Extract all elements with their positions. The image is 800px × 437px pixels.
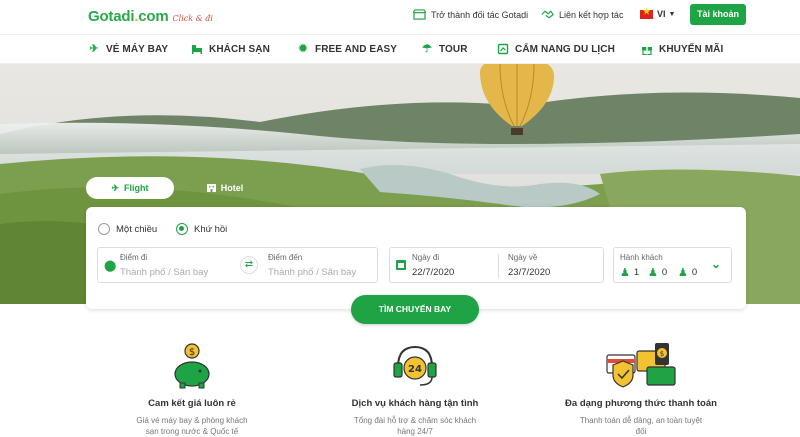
origin-label: Điểm đi xyxy=(120,253,148,262)
adult-icon: ♟ xyxy=(620,267,630,279)
gift-icon xyxy=(642,47,652,55)
radio-circle xyxy=(98,223,110,235)
child-icon: ♟ xyxy=(648,267,658,279)
feature-title: Đa dạng phương thức thanh toán xyxy=(565,398,717,409)
adult-count: ♟ 1 xyxy=(620,267,640,279)
child-count: ♟ 0 xyxy=(648,267,668,279)
chevron-down-icon[interactable]: ⌄ xyxy=(711,257,721,271)
language-selector[interactable]: VI ▼ xyxy=(640,7,676,19)
date-divider xyxy=(498,254,499,278)
feature-title: Dịch vụ khách hàng tận tình xyxy=(351,398,479,409)
language-code: VI xyxy=(657,9,666,19)
nav-item-label: VÉ MÁY BAY xyxy=(106,43,169,55)
caret-down-icon: ▼ xyxy=(668,10,676,18)
feature-best-price: $ Cam kết giá luôn rẻ Giá vé máy bay & p… xyxy=(102,340,282,437)
tab-hotel-label: Hotel xyxy=(220,183,244,193)
svg-text:24: 24 xyxy=(408,364,422,375)
search-flights-button[interactable]: TÌM CHUYẾN BAY xyxy=(351,295,479,324)
logo-text: Gotadi.com xyxy=(88,8,169,25)
feature-description: Tổng đài hỗ trợ & chăm sóc khách hàng 24… xyxy=(353,416,477,436)
nav-item-flights[interactable]: ✈ VÉ MÁY BAY xyxy=(88,43,168,55)
origin-input[interactable]: Thành phố / Sân bay xyxy=(120,267,208,278)
depart-date[interactable]: 22/7/2020 xyxy=(412,267,454,278)
nav-item-label: FREE AND EASY xyxy=(315,43,398,55)
svg-text:$: $ xyxy=(660,350,664,358)
nav-item-tour[interactable]: ☂ TOUR xyxy=(421,43,468,55)
book-icon xyxy=(497,43,509,55)
nav-item-label: TOUR xyxy=(439,43,468,55)
account-button[interactable]: Tài khoản xyxy=(690,4,746,25)
infant-icon: ♟ xyxy=(678,267,688,279)
vietnam-flag-icon xyxy=(640,7,653,19)
feature-title: Cam kết giá luôn rẻ xyxy=(148,398,236,409)
nav-item-label: CẨM NANG DU LỊCH xyxy=(515,43,615,55)
payment-methods-icon: $ xyxy=(551,340,731,390)
cooperation-link-label: Liên kết hợp tác xyxy=(559,9,624,20)
tab-flight-label: Flight xyxy=(124,183,149,193)
round-trip-label: Khứ hồi xyxy=(194,223,228,235)
plane-icon: ✈ xyxy=(89,43,99,55)
radio-circle xyxy=(176,223,188,235)
return-date[interactable]: 23/7/2020 xyxy=(508,267,550,278)
feature-description: Thanh toán dễ dàng, an toàn tuyệt đối xyxy=(579,416,703,436)
handshake-icon xyxy=(541,10,554,19)
top-bar: Gotadi.com Click & đi Trở thành đối tác … xyxy=(0,0,800,34)
nav-item-hotels[interactable]: KHÁCH SẠN xyxy=(191,43,270,55)
bed-icon xyxy=(192,45,202,54)
main-nav: ✈ VÉ MÁY BAY KHÁCH SẠN ✹ FREE AND EASY ☂… xyxy=(0,34,800,64)
calendar-icon xyxy=(396,260,406,270)
location-pin-icon: ⬤ xyxy=(104,260,117,272)
depart-label: Ngày đi xyxy=(412,253,440,262)
partner-link[interactable]: Trở thành đối tác Gotadi xyxy=(413,9,528,20)
one-way-label: Một chiều xyxy=(116,223,158,235)
nav-item-free-and-easy[interactable]: ✹ FREE AND EASY xyxy=(297,43,397,55)
swap-icon[interactable]: ⇄ xyxy=(240,256,258,274)
passengers-box[interactable]: Hành khách ♟ 1 ♟ 0 ♟ 0 ⌄ xyxy=(613,247,732,283)
nav-item-travel-guide[interactable]: CẨM NANG DU LỊCH xyxy=(497,43,615,55)
partner-link-label: Trở thành đối tác Gotadi xyxy=(431,9,529,20)
destination-label: Điểm đến xyxy=(268,253,303,262)
headset-24-icon: 24 xyxy=(325,340,505,390)
destination-input[interactable]: Thành phố / Sân bay xyxy=(268,267,356,278)
feature-description: Giá vé máy bay & phòng khách sạn trong n… xyxy=(136,416,248,436)
gotadi-logo[interactable]: Gotadi.com Click & đi xyxy=(88,8,213,25)
feature-customer-service: 24 Dịch vụ khách hàng tận tình Tổng đài … xyxy=(325,340,505,437)
cooperation-link[interactable]: Liên kết hợp tác xyxy=(541,9,623,20)
tab-hotel[interactable]: Hotel xyxy=(195,177,255,199)
store-icon xyxy=(413,9,426,20)
feature-payment-methods: $ Đa dạng phương thức thanh toán Thanh t… xyxy=(551,340,731,437)
piggy-bank-icon: $ xyxy=(102,340,282,390)
nav-item-label: KHÁCH SẠN xyxy=(209,43,270,55)
date-box[interactable]: Ngày đi 22/7/2020 Ngày về 23/7/2020 xyxy=(389,247,604,283)
route-box: ⬤ Điểm đi Thành phố / Sân bay ⇄ Điểm đến… xyxy=(97,247,378,283)
return-label: Ngày về xyxy=(508,253,538,262)
round-trip-radio[interactable]: Khứ hồi xyxy=(176,223,227,235)
nav-item-label: KHUYẾN MÃI xyxy=(659,43,724,55)
passengers-label: Hành khách xyxy=(620,253,663,262)
one-way-radio[interactable]: Một chiều xyxy=(98,223,157,235)
flight-search-form: Một chiều Khứ hồi ⬤ Điểm đi Thành phố / … xyxy=(86,207,746,309)
plane-icon: ✈ xyxy=(111,182,120,193)
logo-tagline: Click & đi xyxy=(172,14,213,23)
hotel-icon xyxy=(206,184,216,192)
sun-icon: ✹ xyxy=(298,43,308,55)
umbrella-icon: ☂ xyxy=(422,43,432,55)
infant-count: ♟ 0 xyxy=(678,267,698,279)
nav-item-promotions[interactable]: KHUYẾN MÃI xyxy=(641,43,723,55)
svg-text:$: $ xyxy=(189,347,195,358)
tab-flight[interactable]: ✈ Flight xyxy=(86,177,174,199)
